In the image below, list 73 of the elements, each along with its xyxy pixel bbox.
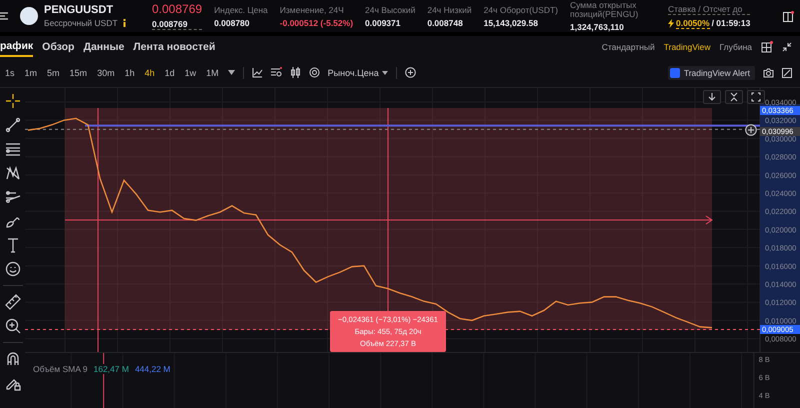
interval-tab[interactable]: 5m	[46, 68, 61, 78]
menu-icon[interactable]	[0, 11, 8, 21]
ruler-tool-icon[interactable]	[4, 294, 20, 310]
volume-legend-title: Объём SMA 9	[33, 364, 88, 374]
stat-label: 24ч Низкий	[427, 4, 472, 14]
tab[interactable]: Лента новостей	[133, 38, 216, 56]
trendline-tool-icon[interactable]	[4, 117, 20, 133]
scroll-down-button[interactable]	[703, 90, 721, 104]
arrow-down-icon	[707, 92, 717, 102]
stat-label: Сумма открытых позиций(PENGU)	[570, 0, 640, 18]
settings-button[interactable]	[308, 67, 320, 78]
stat-label: Индекс. Цена	[214, 4, 268, 14]
volume-value: 444,22 M	[134, 364, 170, 374]
fit-screen-icon	[751, 92, 761, 102]
magnet-tool-icon[interactable]	[4, 351, 20, 367]
view-tab[interactable]: Глубина	[720, 42, 752, 52]
price-type-dropdown[interactable]: Рыноч.Цена	[328, 68, 388, 78]
caret-icon	[382, 70, 388, 74]
interval-tab[interactable]: 1w	[184, 68, 198, 78]
mark-price: 0.008769	[152, 19, 202, 30]
pattern-tool-icon[interactable]	[4, 165, 20, 181]
funding-countdown: / 01:59:13	[712, 18, 750, 28]
interval-tab[interactable]: 1s	[4, 68, 16, 78]
fib-tool-icon[interactable]	[4, 141, 20, 157]
candles-button[interactable]	[290, 67, 301, 78]
stat-value: 0.008780	[214, 18, 251, 28]
alert-button[interactable]: TradingView Alert	[668, 66, 755, 80]
interval-tab[interactable]: 15m	[68, 68, 88, 78]
contract-type: Бессрочный USDT	[44, 18, 118, 28]
funding-rate[interactable]: 0.0050%	[676, 18, 710, 28]
coin-avatar	[20, 7, 38, 25]
projection-tool-icon[interactable]	[4, 189, 20, 205]
dropdown-caret-icon[interactable]	[228, 70, 235, 75]
camera-icon[interactable]	[763, 68, 774, 78]
collapse-icon[interactable]	[782, 42, 792, 52]
interval-tab[interactable]: 1h	[124, 68, 136, 78]
add-button[interactable]	[404, 67, 416, 78]
fit-screen-button[interactable]	[747, 90, 765, 104]
tab[interactable]: Обзор	[42, 38, 74, 56]
view-tab[interactable]: TradingView	[664, 42, 711, 52]
stat-label: 24ч Высокий	[365, 4, 416, 14]
view-tab[interactable]: Стандартный	[602, 42, 655, 52]
stat-value: 1,324,763,110	[570, 22, 625, 32]
interval-tab[interactable]: 1d	[164, 68, 176, 78]
tab[interactable]: рафик	[0, 37, 34, 57]
grid-icon[interactable]	[761, 41, 773, 53]
interval-tab[interactable]: 1M	[205, 68, 220, 78]
interval-tab[interactable]: 30m	[96, 68, 116, 78]
tab[interactable]: Данные	[83, 38, 124, 56]
volume-sma-value: 162,47 M	[93, 364, 129, 374]
last-price: 0.008769	[152, 2, 202, 16]
interval-tab[interactable]: 1m	[24, 68, 38, 78]
stat-value: 0.008748	[427, 18, 464, 28]
fullscreen-icon[interactable]	[782, 68, 792, 78]
stat-label: Изменение, 24Ч	[280, 4, 345, 14]
indicator-chart-button[interactable]	[252, 67, 263, 78]
stat-label: 24ч Оборот(USDT)	[484, 4, 558, 14]
symbol-title: PENGUUSDT	[44, 4, 114, 16]
stat-value: 0.009371	[365, 18, 402, 28]
compress-button[interactable]	[725, 90, 743, 104]
stat-value: 15,143,029.58	[484, 18, 539, 28]
emoji-tool-icon[interactable]	[4, 261, 20, 277]
info-icon[interactable]	[120, 19, 128, 27]
layout-icon[interactable]	[783, 10, 794, 22]
crosshair-tool-icon[interactable]	[4, 93, 20, 109]
compress-icon	[729, 92, 739, 102]
interval-tab[interactable]: 4h	[144, 68, 156, 78]
lightning-icon	[668, 18, 674, 28]
zoom-tool-icon[interactable]	[4, 318, 20, 334]
funding-label: Ставка / Отсчет до	[668, 4, 750, 14]
stat-value: -0.000512 (-5.52%)	[280, 18, 354, 28]
indicators-list-button[interactable]	[270, 67, 282, 78]
add-alert-icon[interactable]	[745, 124, 757, 136]
